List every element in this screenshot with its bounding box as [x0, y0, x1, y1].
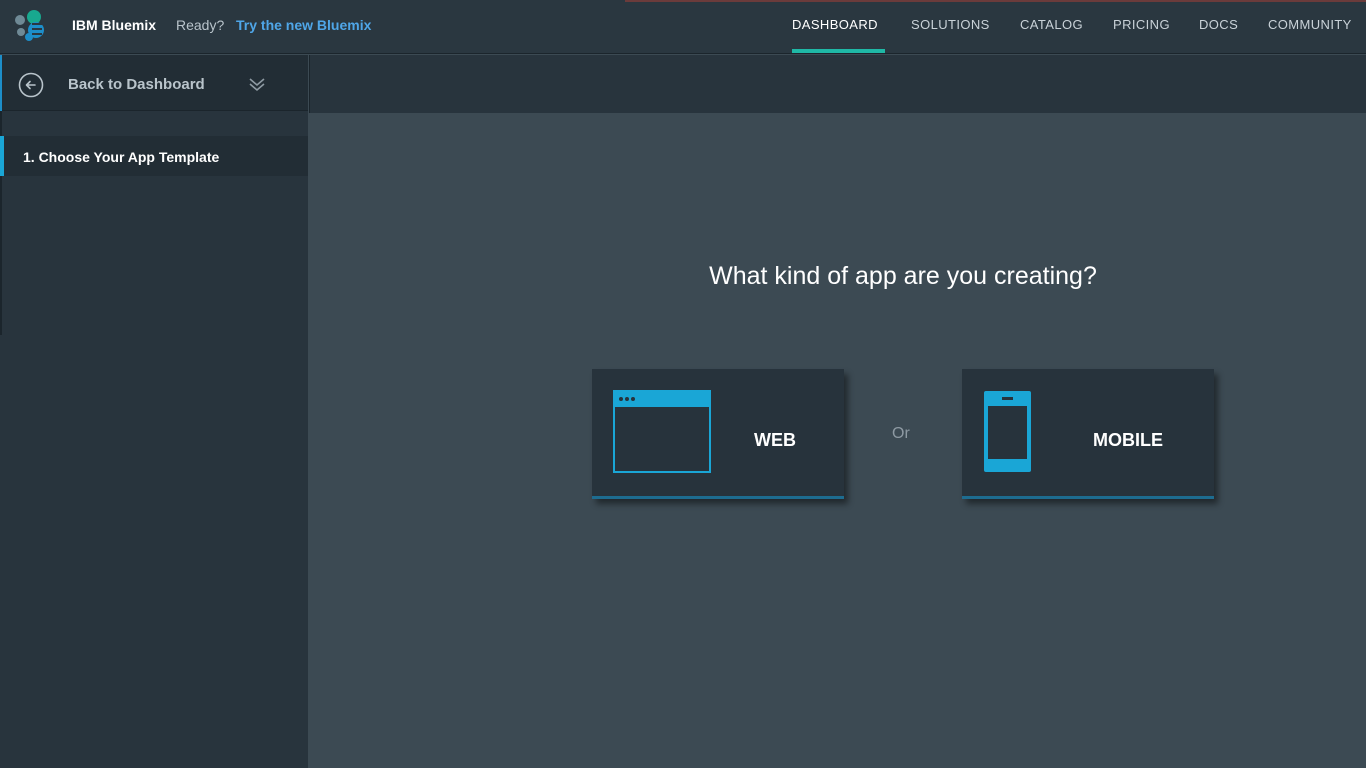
mobile-app-option-button[interactable]: MOBILE: [962, 369, 1214, 499]
sidebar: Back to Dashboard 1. Choose Your App Tem…: [0, 55, 308, 768]
sidebar-step-choose-template[interactable]: 1. Choose Your App Template: [0, 136, 308, 176]
main-toolbar: [309, 55, 1366, 113]
or-separator: Or: [892, 425, 910, 442]
brand-name[interactable]: IBM Bluemix: [72, 17, 156, 33]
card-bottom-border: [592, 496, 844, 499]
nav-solutions[interactable]: SOLUTIONS: [911, 17, 990, 32]
step-active-indicator: [0, 136, 4, 176]
web-app-option-button[interactable]: WEB: [592, 369, 844, 499]
top-navigation-bar: IBM Bluemix Ready? Try the new Bluemix D…: [0, 0, 1366, 54]
ready-text: Ready?: [176, 17, 225, 33]
nav-catalog[interactable]: CATALOG: [1020, 17, 1083, 32]
nav-dashboard[interactable]: DASHBOARD: [792, 17, 878, 32]
step-label[interactable]: 1. Choose Your App Template: [23, 149, 219, 165]
mobile-phone-icon: [984, 391, 1031, 472]
web-option-label: WEB: [754, 430, 796, 450]
sidebar-header-accent: [0, 55, 2, 111]
mobile-option-label: MOBILE: [1093, 430, 1163, 450]
top-accent-line: [625, 0, 1366, 2]
back-to-dashboard-bar[interactable]: Back to Dashboard: [0, 55, 308, 111]
page-question: What kind of app are you creating?: [709, 262, 1097, 290]
nav-pricing[interactable]: PRICING: [1113, 17, 1170, 32]
nav-community[interactable]: COMMUNITY: [1268, 17, 1352, 32]
browser-window-icon: [613, 390, 711, 473]
card-bottom-border: [962, 496, 1214, 499]
back-to-dashboard-label[interactable]: Back to Dashboard: [68, 76, 205, 93]
try-new-bluemix-link[interactable]: Try the new Bluemix: [236, 17, 371, 33]
chevron-down-icon[interactable]: [248, 76, 266, 92]
nav-active-indicator: [792, 49, 885, 53]
nav-docs[interactable]: DOCS: [1199, 17, 1238, 32]
back-arrow-circle-icon[interactable]: [18, 72, 44, 98]
bluemix-logo-icon[interactable]: [12, 8, 48, 44]
